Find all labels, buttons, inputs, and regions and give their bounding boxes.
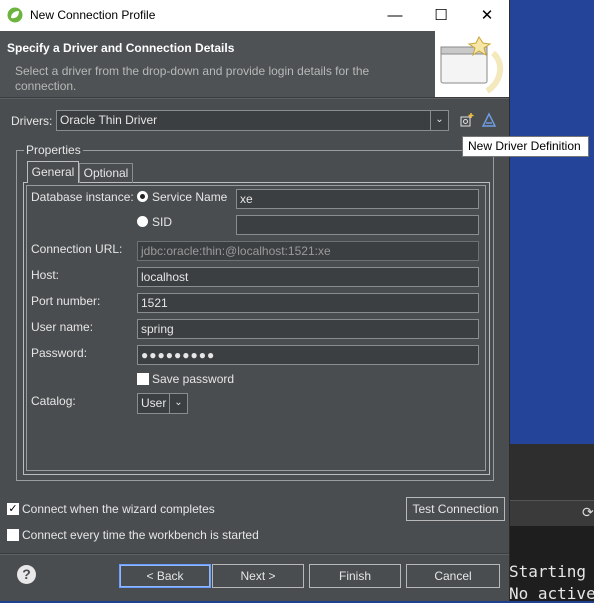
catalog-select-value: User <box>141 396 167 410</box>
wizard-header: Specify a Driver and Connection Details … <box>0 31 509 97</box>
drivers-select-value: Oracle Thin Driver <box>60 113 158 127</box>
console-line: Starting <box>509 562 587 581</box>
connection-url-label: Connection URL: <box>31 242 123 256</box>
password-label: Password: <box>31 346 88 360</box>
tab-general[interactable]: General <box>27 161 79 183</box>
sid-label[interactable]: SID <box>152 215 172 229</box>
close-button[interactable]: ✕ <box>464 0 509 31</box>
user-name-label: User name: <box>31 320 94 334</box>
save-password-label[interactable]: Save password <box>152 372 234 386</box>
connect-when-complete-checkbox[interactable]: ✓ <box>7 503 19 515</box>
help-icon[interactable]: ? <box>17 565 36 584</box>
password-field[interactable]: ●●●●●●●●● <box>137 345 479 365</box>
service-name-field[interactable]: xe <box>236 189 479 209</box>
new-driver-tooltip: New Driver Definition <box>462 136 589 157</box>
next-button[interactable]: Next > <box>212 564 304 588</box>
user-name-field[interactable]: spring <box>137 319 479 339</box>
page-title: Specify a Driver and Connection Details <box>7 41 235 55</box>
new-connection-dialog: New Connection Profile — ☐ ✕ Specify a D… <box>0 0 510 601</box>
refresh-icon[interactable]: ⟳ <box>582 504 594 521</box>
ide-toolbar: ⟳ <box>510 500 594 526</box>
save-password-checkbox[interactable] <box>137 373 149 385</box>
database-instance-label: Database instance: <box>31 190 134 204</box>
drivers-select[interactable]: Oracle Thin Driver ⌄ <box>56 110 449 131</box>
window-title: New Connection Profile <box>30 8 156 22</box>
port-label: Port number: <box>31 294 101 308</box>
properties-legend: Properties <box>24 143 83 157</box>
chevron-down-icon: ⌄ <box>430 111 448 130</box>
sid-radio[interactable] <box>137 216 148 227</box>
connect-every-time-label[interactable]: Connect every time the workbench is star… <box>22 528 259 542</box>
connect-when-complete-label[interactable]: Connect when the wizard completes <box>22 502 215 516</box>
separator <box>0 97 509 99</box>
console-line: No active <box>509 584 594 603</box>
port-field[interactable]: 1521 <box>137 293 479 313</box>
host-label: Host: <box>31 268 60 282</box>
host-field[interactable]: localhost <box>137 267 479 287</box>
title-bar[interactable]: New Connection Profile — ☐ ✕ <box>0 0 509 31</box>
ide-background <box>510 0 594 444</box>
separator <box>0 553 509 555</box>
catalog-label: Catalog: <box>31 394 76 408</box>
service-name-radio[interactable] <box>137 191 148 202</box>
chevron-down-icon: ⌄ <box>169 394 187 413</box>
back-button[interactable]: < Back <box>119 564 211 588</box>
cancel-button[interactable]: Cancel <box>406 564 500 588</box>
minimize-button[interactable]: — <box>372 0 418 31</box>
connection-url-field: jdbc:oracle:thin:@localhost:1521:xe <box>137 241 479 261</box>
wizard-banner-icon <box>435 31 509 97</box>
maximize-button[interactable]: ☐ <box>418 0 464 31</box>
catalog-select[interactable]: User ⌄ <box>137 393 188 414</box>
finish-button[interactable]: Finish <box>309 564 401 588</box>
service-name-label[interactable]: Service Name <box>152 190 227 204</box>
drivers-label: Drivers: <box>11 114 53 128</box>
edit-driver-icon[interactable] <box>481 112 497 128</box>
test-connection-button[interactable]: Test Connection <box>406 497 505 521</box>
sid-field[interactable] <box>236 215 479 235</box>
tab-optional[interactable]: Optional <box>79 163 133 183</box>
ide-panel <box>510 444 594 500</box>
page-description: Select a driver from the drop-down and p… <box>15 64 370 93</box>
connect-every-time-checkbox[interactable] <box>7 529 19 541</box>
spring-leaf-icon <box>7 7 23 23</box>
new-driver-icon[interactable] <box>459 112 475 128</box>
